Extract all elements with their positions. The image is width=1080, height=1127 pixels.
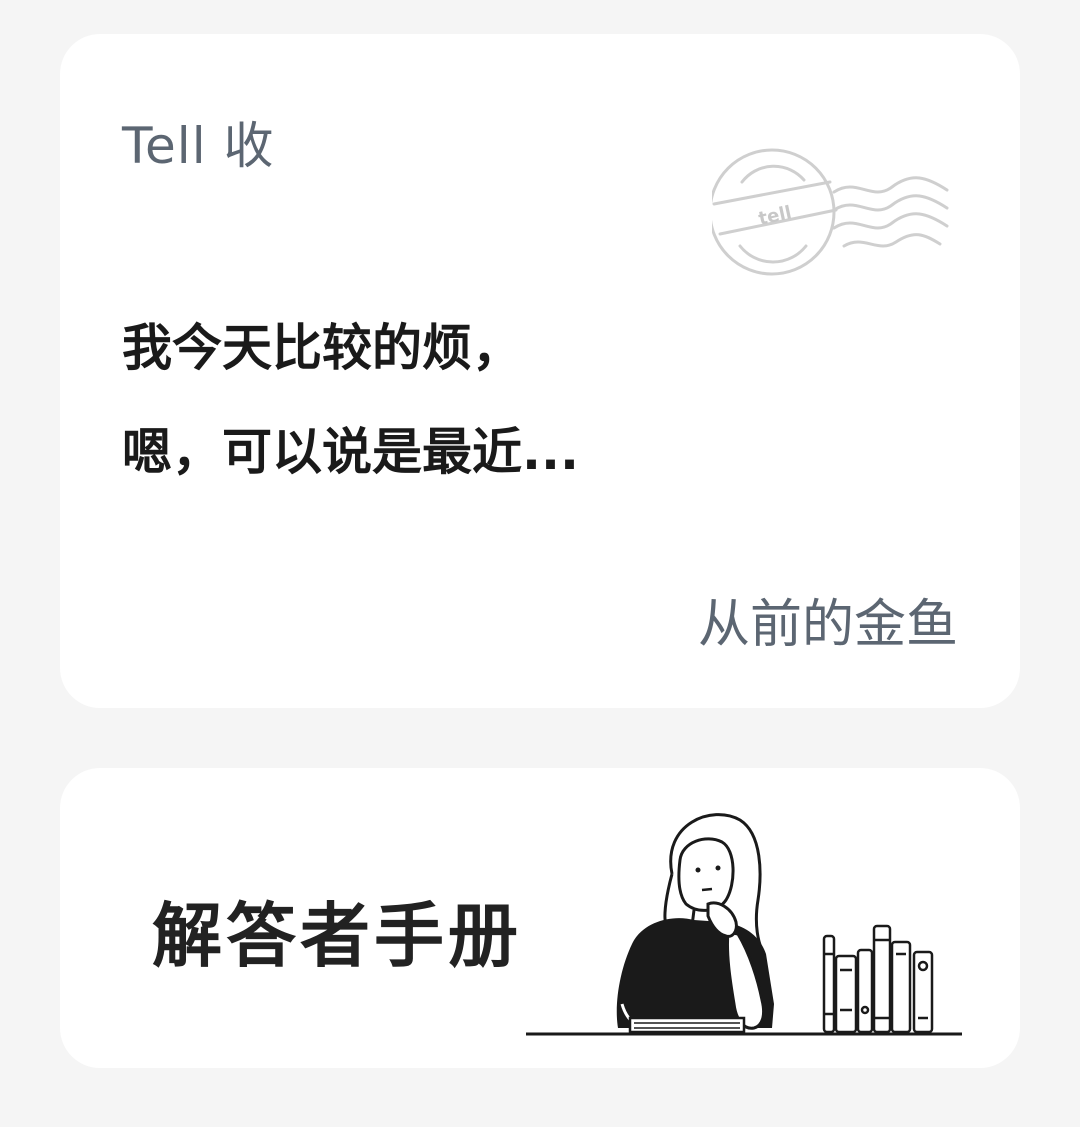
reading-person-illustration: [526, 813, 962, 1036]
message-line-2: 嗯，可以说是最近...: [122, 423, 579, 481]
handbook-title: 解答者手册: [152, 895, 522, 977]
letter-card[interactable]: Tell 收 tell 我今天比较的烦， 嗯，可以说是最近... 从前的金鱼: [60, 34, 1020, 708]
letter-header: Tell 收: [122, 117, 275, 175]
message-line-1: 我今天比较的烦，: [122, 319, 522, 377]
message-preview: 我今天比较的烦， 嗯，可以说是最近...: [122, 296, 579, 504]
sender-name: 从前的金鱼: [697, 595, 958, 655]
postmark-stamp-icon: tell: [712, 148, 949, 276]
handbook-card[interactable]: 解答者手册: [60, 768, 1020, 1068]
postmark-text: tell: [757, 202, 794, 229]
